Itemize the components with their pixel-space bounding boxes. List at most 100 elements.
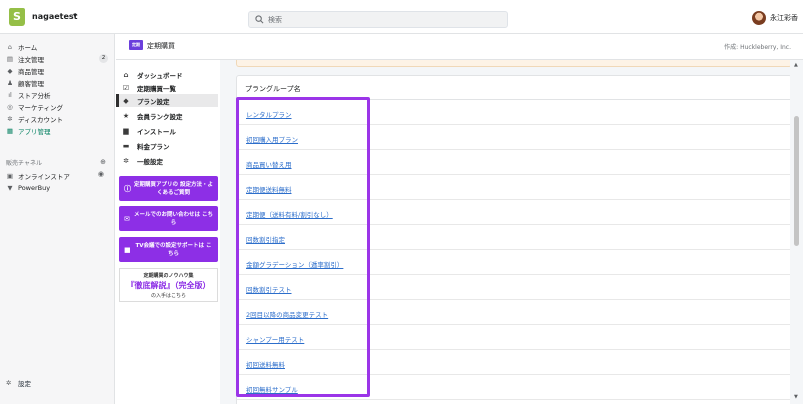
table-row: 初回送料無料 — [237, 350, 791, 375]
table-row: 回数割引指定 — [237, 225, 791, 250]
plan-link[interactable]: 回数割引テスト — [246, 284, 292, 294]
table-row: 回数割引テスト — [237, 275, 791, 300]
table-row: 初回購入用プラン — [237, 125, 791, 150]
video-icon: ■ — [124, 245, 131, 254]
plan-group-card: プラングループ名 レンタルプラン 初回購入用プラン 商品買い替え用 定期便送料無… — [236, 75, 792, 404]
tv-support-label: TV会議での設定サポートは こちら — [135, 242, 212, 257]
plan-link[interactable]: 初回無料サンプル — [246, 384, 298, 394]
gear-icon: ✲ — [123, 156, 129, 165]
apps-icon: ▦ — [6, 126, 14, 135]
table-row: レンタルプラン — [237, 100, 791, 125]
avatar[interactable] — [752, 11, 766, 25]
orders-count-badge: 2 — [99, 54, 108, 63]
eye-icon[interactable]: ◉ — [98, 170, 104, 178]
menu-item-label: 一般設定 — [137, 157, 163, 166]
table-row: 定期便送料無料 — [237, 175, 791, 200]
search-placeholder: 検索 — [268, 16, 282, 24]
sidebar-item-orders[interactable]: ▤ 注文管理 2 — [6, 53, 110, 64]
top-bar: nagaetest ▾ 検索 永江彩香 — [0, 0, 810, 34]
plan-link[interactable]: 回数割引指定 — [246, 234, 285, 244]
add-channel-icon[interactable]: ⊕ — [100, 158, 106, 166]
faq-button[interactable]: ⓘ 定期購買アプリの 設定方法・よくあるご質問 — [119, 176, 218, 201]
plan-link[interactable]: シャンプー用テスト — [246, 334, 304, 344]
menu-item-general-settings[interactable]: ✲ 一般設定 — [116, 154, 218, 167]
mail-icon: ✉ — [124, 214, 130, 223]
sidebar-item-label: 設定 — [18, 380, 31, 388]
plan-link[interactable]: レンタルプラン — [246, 109, 292, 119]
sidebar-item-discounts[interactable]: ✲ ディスカウント — [6, 113, 110, 124]
sidebar-item-label: ストア分析 — [18, 91, 51, 100]
menu-item-install[interactable]: ▆ インストール — [116, 124, 218, 137]
scrollbar[interactable]: ▲ ▼ — [790, 60, 803, 404]
tv-support-button[interactable]: ■ TV会議での設定サポートは こちら — [119, 237, 218, 262]
sidebar-item-label: ホーム — [18, 43, 38, 52]
home-icon: ⌂ — [7, 42, 13, 51]
shopify-logo-icon[interactable] — [9, 8, 25, 26]
sidebar-item-products[interactable]: ◆ 商品管理 — [6, 65, 110, 76]
sidebar-item-label: アプリ管理 — [18, 127, 51, 136]
plan-link[interactable]: 商品買い替え用 — [246, 159, 292, 169]
plan-link[interactable]: 金額グラデーション（逓率割引） — [246, 259, 343, 269]
faq-button-label: 定期購買アプリの 設定方法・よくあるご質問 — [134, 181, 213, 196]
plan-link[interactable]: 初回購入用プラン — [246, 134, 298, 144]
chevron-down-icon[interactable]: ▾ — [73, 11, 77, 20]
plan-link[interactable]: 2回目以降の商品変更テスト — [246, 309, 328, 319]
app-author: 作成: Huckleberry, Inc. — [724, 44, 791, 51]
search-input[interactable]: 検索 — [248, 11, 508, 28]
email-contact-button[interactable]: ✉ メールでのお問い合わせは こちら — [119, 206, 218, 231]
info-icon: ⓘ — [124, 184, 131, 193]
table-row: 金額グラデーション（逓率割引） — [237, 250, 791, 275]
main-content: プラングループ名 レンタルプラン 初回購入用プラン 商品買い替え用 定期便送料無… — [220, 60, 803, 404]
admin-sidebar: ⌂ ホーム ▤ 注文管理 2 ◆ 商品管理 ♟ 顧客管理 ıl ストア分析 ◎ … — [0, 34, 115, 404]
menu-item-label: プラン設定 — [137, 97, 170, 106]
sidebar-item-settings[interactable]: ✲ 設定 — [6, 378, 31, 388]
home-icon: ⌂ — [123, 70, 129, 79]
app-logo-icon: 定期 — [129, 40, 143, 50]
notice-banner — [236, 60, 792, 67]
table-row: シャンプー用テスト — [237, 325, 791, 350]
knowhow-line1: 定期購買のノウハウ集 — [143, 273, 194, 279]
plan-link[interactable]: 初回送料無料 — [246, 359, 285, 369]
sidebar-item-label: 商品管理 — [18, 67, 44, 76]
sidebar-item-label: 注文管理 — [18, 55, 44, 64]
menu-item-plan-settings[interactable]: ◆ プラン設定 — [116, 94, 218, 107]
scroll-down-icon[interactable]: ▼ — [794, 394, 798, 400]
sidebar-item-powerbuy[interactable]: ▼ PowerBuy — [6, 182, 110, 193]
menu-item-subscriptions[interactable]: ☑ 定期購買一覧 — [116, 81, 218, 94]
plan-link[interactable]: 定期便（送料有料/割引なし） — [246, 209, 333, 219]
column-header-plan-group: プラングループ名 — [245, 85, 301, 93]
menu-item-label: 定期購買一覧 — [137, 84, 176, 93]
menu-item-pricing[interactable]: ▬ 料金プラン — [116, 139, 218, 152]
search-icon — [255, 15, 264, 24]
gear-icon: ✲ — [6, 379, 12, 387]
plan-link[interactable]: 定期便送料無料 — [246, 184, 292, 194]
discount-icon: ✲ — [7, 114, 13, 123]
sidebar-item-analytics[interactable]: ıl ストア分析 — [6, 89, 110, 100]
sidebar-item-apps[interactable]: ▦ アプリ管理 — [6, 125, 110, 136]
store-name[interactable]: nagaetest — [32, 12, 77, 21]
sidebar-item-marketing[interactable]: ◎ マーケティング — [6, 101, 110, 112]
table-row: 初回無料サンプル — [237, 375, 791, 400]
menu-item-dashboard[interactable]: ⌂ ダッシュボード — [116, 68, 218, 81]
person-icon: ♟ — [7, 78, 13, 87]
sidebar-item-label: ディスカウント — [18, 115, 64, 124]
app-title: 定期購買 — [147, 42, 175, 50]
tag-icon: ◆ — [7, 66, 13, 75]
app-header: 定期 定期購買 作成: Huckleberry, Inc. — [116, 34, 803, 60]
table-row: 2回目以降の商品変更テスト — [237, 300, 791, 325]
star-icon: ★ — [122, 111, 130, 120]
table-row: 商品買い替え用 — [237, 150, 791, 175]
credit-card-icon: ▬ — [122, 141, 130, 150]
menu-item-member-rank[interactable]: ★ 会員ランク設定 — [116, 109, 218, 122]
sidebar-item-home[interactable]: ⌂ ホーム — [6, 41, 110, 52]
scrollbar-thumb[interactable] — [794, 116, 799, 246]
sidebar-item-customers[interactable]: ♟ 顧客管理 — [6, 77, 110, 88]
table-row: 定期便（送料有料/割引なし） — [237, 200, 791, 225]
tag-icon: ◆ — [123, 96, 129, 105]
sidebar-item-online-store[interactable]: ▣ オンラインストア ◉ — [6, 170, 110, 181]
scroll-up-icon[interactable]: ▲ — [794, 62, 798, 68]
user-name[interactable]: 永江彩香 — [770, 13, 798, 23]
analytics-icon: ıl — [8, 90, 12, 99]
powerbuy-icon: ▼ — [7, 183, 13, 192]
knowhow-banner[interactable]: 定期購買のノウハウ集 『徹底解説』（完全版） の入手はこちら — [119, 268, 218, 302]
